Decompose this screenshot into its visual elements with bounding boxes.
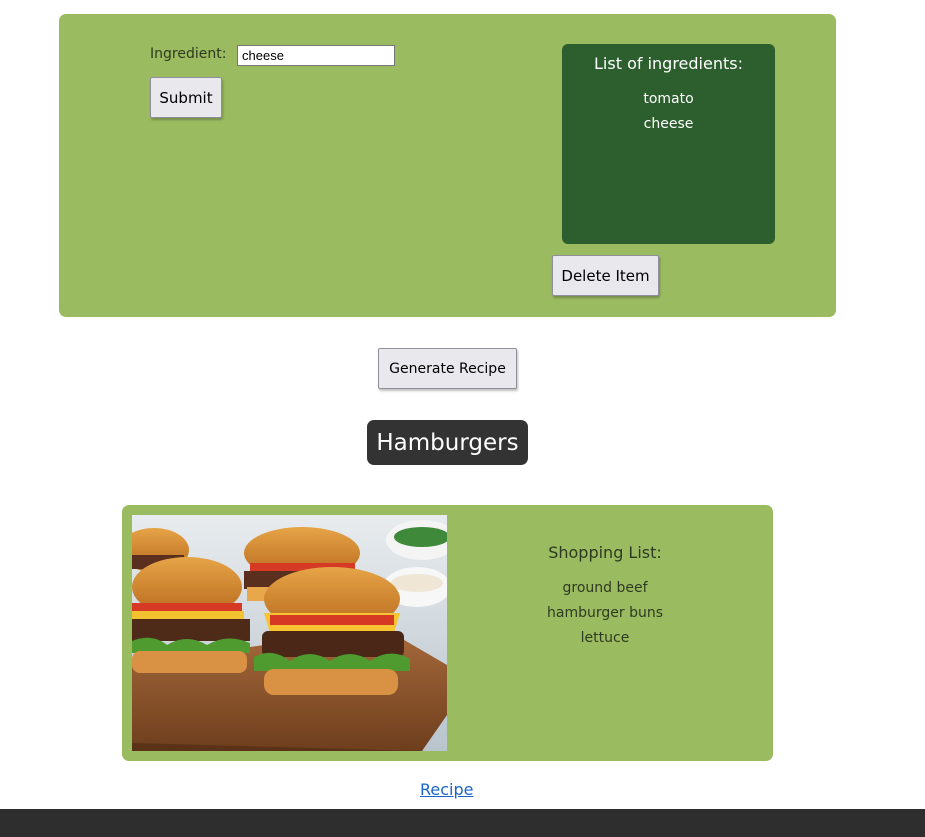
- recipe-link[interactable]: Recipe: [420, 780, 473, 799]
- delete-item-button[interactable]: Delete Item: [552, 255, 659, 296]
- hamburger-image: [132, 515, 447, 751]
- list-item: lettuce: [580, 630, 630, 646]
- list-item[interactable]: cheese: [562, 112, 775, 137]
- submit-button[interactable]: Submit: [150, 77, 222, 118]
- ingredient-list: tomato cheese: [562, 87, 775, 137]
- ingredient-list-box: List of ingredients: tomato cheese: [562, 44, 775, 244]
- shopping-list-title: Shopping List:: [548, 543, 662, 562]
- list-item: hamburger buns: [547, 605, 663, 621]
- list-item: ground beef: [562, 580, 648, 596]
- shopping-list-section: Shopping List: ground beef hamburger bun…: [495, 543, 715, 651]
- footer-bar: [0, 809, 925, 837]
- hamburger-photo-icon: [132, 515, 447, 751]
- recipe-title: Hamburgers: [367, 420, 528, 465]
- recipe-panel: Shopping List: ground beef hamburger bun…: [122, 505, 773, 761]
- ingredient-label: Ingredient:: [150, 46, 227, 62]
- list-item[interactable]: tomato: [562, 87, 775, 112]
- shopping-list: ground beef hamburger buns lettuce: [495, 576, 715, 651]
- ingredient-input[interactable]: [237, 45, 395, 66]
- generate-recipe-button[interactable]: Generate Recipe: [378, 348, 517, 389]
- ingredient-list-title: List of ingredients:: [594, 54, 743, 73]
